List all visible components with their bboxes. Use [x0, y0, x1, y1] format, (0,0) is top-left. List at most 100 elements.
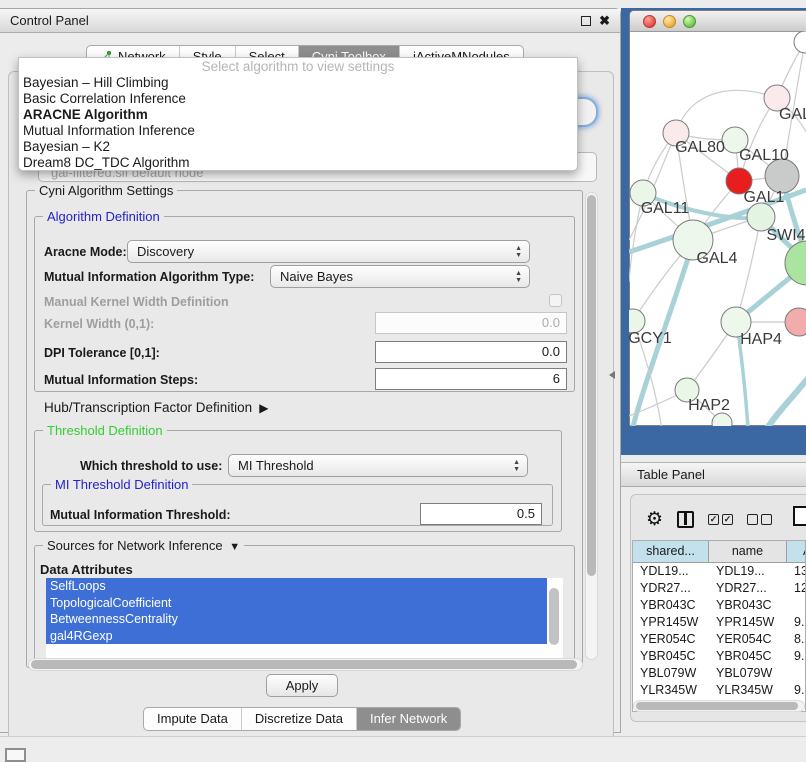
stepper-icon: ▲▼ — [515, 245, 522, 259]
table-cell: 9. — [787, 682, 806, 699]
network-node-label: GAL8 — [779, 106, 806, 123]
table-row[interactable]: YLR345WYLR345W9. — [633, 682, 805, 699]
mi-threshold-input[interactable]: 0.5 — [420, 503, 542, 525]
float-icon[interactable] — [581, 16, 591, 26]
network-node-label: HAP4 — [740, 331, 782, 348]
algorithm-option[interactable]: Mutual Information Inference — [19, 123, 577, 139]
table-row[interactable]: YPR145WYPR145W9. — [633, 614, 805, 631]
document-icon[interactable] — [793, 506, 806, 526]
network-node[interactable] — [794, 31, 806, 53]
dpi-tolerance-label: DPI Tolerance [0,1]: — [44, 346, 160, 360]
network-canvas[interactable]: GAL8GAL80GAL10GAL1SWI4GAL11GAL4GCY1HAP4Y… — [629, 31, 806, 426]
algorithm-option[interactable]: Dream8 DC_TDC Algorithm — [19, 155, 577, 171]
table-cell: YPR145W — [709, 614, 787, 631]
table-row[interactable]: YER054CYER054C8. — [633, 631, 805, 648]
table-cell: YBL079W — [633, 665, 709, 682]
bottom-tabbar: Impute Data Discretize Data Infer Networ… — [143, 707, 461, 731]
column-browser-icon[interactable] — [677, 511, 694, 528]
table-horizontal-scrollbar[interactable] — [633, 700, 805, 712]
table-cell: YBR045C — [709, 648, 787, 665]
expanded-arrow-icon: ▼ — [226, 541, 240, 553]
table-column-header[interactable]: name — [709, 541, 787, 563]
algorithm-option[interactable]: Basic Correlation Inference — [19, 91, 577, 107]
algorithm-option[interactable]: ARACNE Algorithm — [19, 107, 577, 123]
table-row[interactable]: YBR043CYBR043C — [633, 597, 805, 614]
zoom-traffic-light-icon[interactable] — [683, 15, 696, 28]
close-traffic-light-icon[interactable] — [643, 15, 656, 28]
mi-type-label: Mutual Information Algorithm Type: — [44, 270, 254, 284]
table-cell: YDL19... — [709, 563, 787, 580]
network-edge[interactable] — [766, 378, 806, 426]
which-threshold-label: Which threshold to use: — [80, 459, 222, 473]
which-threshold-combo[interactable]: MI Threshold ▲▼ — [228, 454, 528, 477]
gear-icon[interactable]: ⚙ — [646, 510, 663, 529]
kernel-width-label: Kernel Width (0,1): — [44, 317, 154, 331]
minimized-panel-icon[interactable] — [5, 748, 26, 762]
algorithm-list: Bayesian – Hill ClimbingBasic Correlatio… — [19, 75, 577, 171]
aracne-mode-combo[interactable]: Discovery ▲▼ — [127, 240, 530, 263]
data-attributes-list[interactable]: SelfLoopsTopologicalCoefficientBetweenne… — [46, 578, 563, 658]
bottom-strip — [0, 736, 806, 762]
settings-vertical-scrollbar[interactable] — [585, 192, 598, 660]
table-cell: YBR043C — [633, 597, 709, 614]
network-node-label: GAL11 — [641, 200, 690, 217]
hub-definition-toggle[interactable]: Hub/Transcription Factor Definition ▶ — [44, 400, 268, 415]
dpi-tolerance-input[interactable]: 0.0 — [375, 341, 567, 363]
collapsed-arrow-icon: ▶ — [256, 401, 269, 415]
sources-group-title[interactable]: Sources for Network Inference ▼ — [43, 538, 244, 555]
manual-kernel-checkbox[interactable] — [549, 294, 562, 307]
select-all-icon[interactable]: ✓✓ — [708, 514, 733, 525]
mi-steps-label: Mutual Information Steps: — [44, 373, 198, 387]
network-edge[interactable] — [676, 90, 777, 133]
algorithm-option[interactable]: Bayesian – K2 — [19, 139, 577, 155]
table-cell: YDL19... — [633, 563, 709, 580]
table-column-header[interactable]: shared... — [633, 541, 709, 563]
network-node-label: GAL4 — [697, 250, 738, 267]
apply-button[interactable]: Apply — [266, 674, 338, 697]
network-node-label: SWI4 — [766, 227, 805, 244]
mi-threshold-label: Mutual Information Threshold: — [50, 508, 231, 522]
node-table[interactable]: shared...nameA YDL19...YDL19...13YDR27..… — [632, 540, 806, 712]
attribute-list-item[interactable]: BetweennessCentrality — [46, 611, 547, 628]
table-cell: 8. — [787, 631, 806, 648]
mi-type-combo[interactable]: Naive Bayes ▲▼ — [270, 265, 530, 288]
table-cell: 13 — [787, 563, 806, 580]
settings-horizontal-scrollbar[interactable] — [28, 658, 583, 671]
kernel-width-input[interactable]: 0.0 — [375, 312, 567, 334]
table-cell: YBR045C — [633, 648, 709, 665]
minimize-traffic-light-icon[interactable] — [663, 15, 676, 28]
tab-discretize-data[interactable]: Discretize Data — [241, 708, 356, 730]
table-header-row: shared...nameA — [633, 541, 805, 563]
data-attributes-label: Data Attributes — [40, 562, 133, 577]
mi-threshold-group-title: MI Threshold Definition — [51, 477, 192, 492]
splitter-collapse-handle[interactable] — [609, 371, 615, 379]
table-column-header[interactable]: A — [787, 541, 806, 563]
which-threshold-value: MI Threshold — [238, 458, 314, 473]
algorithm-option[interactable]: Bayesian – Hill Climbing — [19, 75, 577, 91]
table-cell: 12 — [787, 580, 806, 597]
table-row[interactable]: YDR27...YDR27...12 — [633, 580, 805, 597]
network-window-titlebar — [630, 11, 806, 32]
table-cell: 9. — [787, 614, 806, 631]
table-toolbar: ⚙ ✓✓ — [632, 504, 806, 534]
table-body: YDL19...YDL19...13YDR27...YDR27...12YBR0… — [633, 563, 805, 712]
mi-steps-input[interactable]: 6 — [375, 368, 567, 390]
close-icon[interactable]: ✖ — [599, 16, 610, 26]
attribute-list-item[interactable]: SelfLoops — [46, 578, 547, 595]
tab-infer-network[interactable]: Infer Network — [356, 708, 460, 730]
attribute-list-item[interactable]: gal4RGexp — [46, 628, 547, 645]
table-cell: YDR27... — [633, 580, 709, 597]
table-row[interactable]: YBL079WYBL079W — [633, 665, 805, 682]
network-node-label: GCY1 — [629, 330, 672, 347]
table-row[interactable]: YDL19...YDL19...13 — [633, 563, 805, 580]
deselect-all-icon[interactable] — [747, 514, 772, 525]
attribute-list-scrollbar[interactable] — [549, 588, 559, 645]
network-node[interactable] — [765, 159, 799, 193]
network-node[interactable] — [712, 413, 732, 426]
network-node[interactable] — [785, 308, 806, 336]
tab-impute-data[interactable]: Impute Data — [144, 708, 241, 730]
table-row[interactable]: YBR045CYBR045C9. — [633, 648, 805, 665]
attribute-list-item[interactable]: TopologicalCoefficient — [46, 595, 547, 612]
manual-kernel-label: Manual Kernel Width Definition — [44, 295, 229, 309]
tab-label: Infer Network — [370, 708, 447, 730]
